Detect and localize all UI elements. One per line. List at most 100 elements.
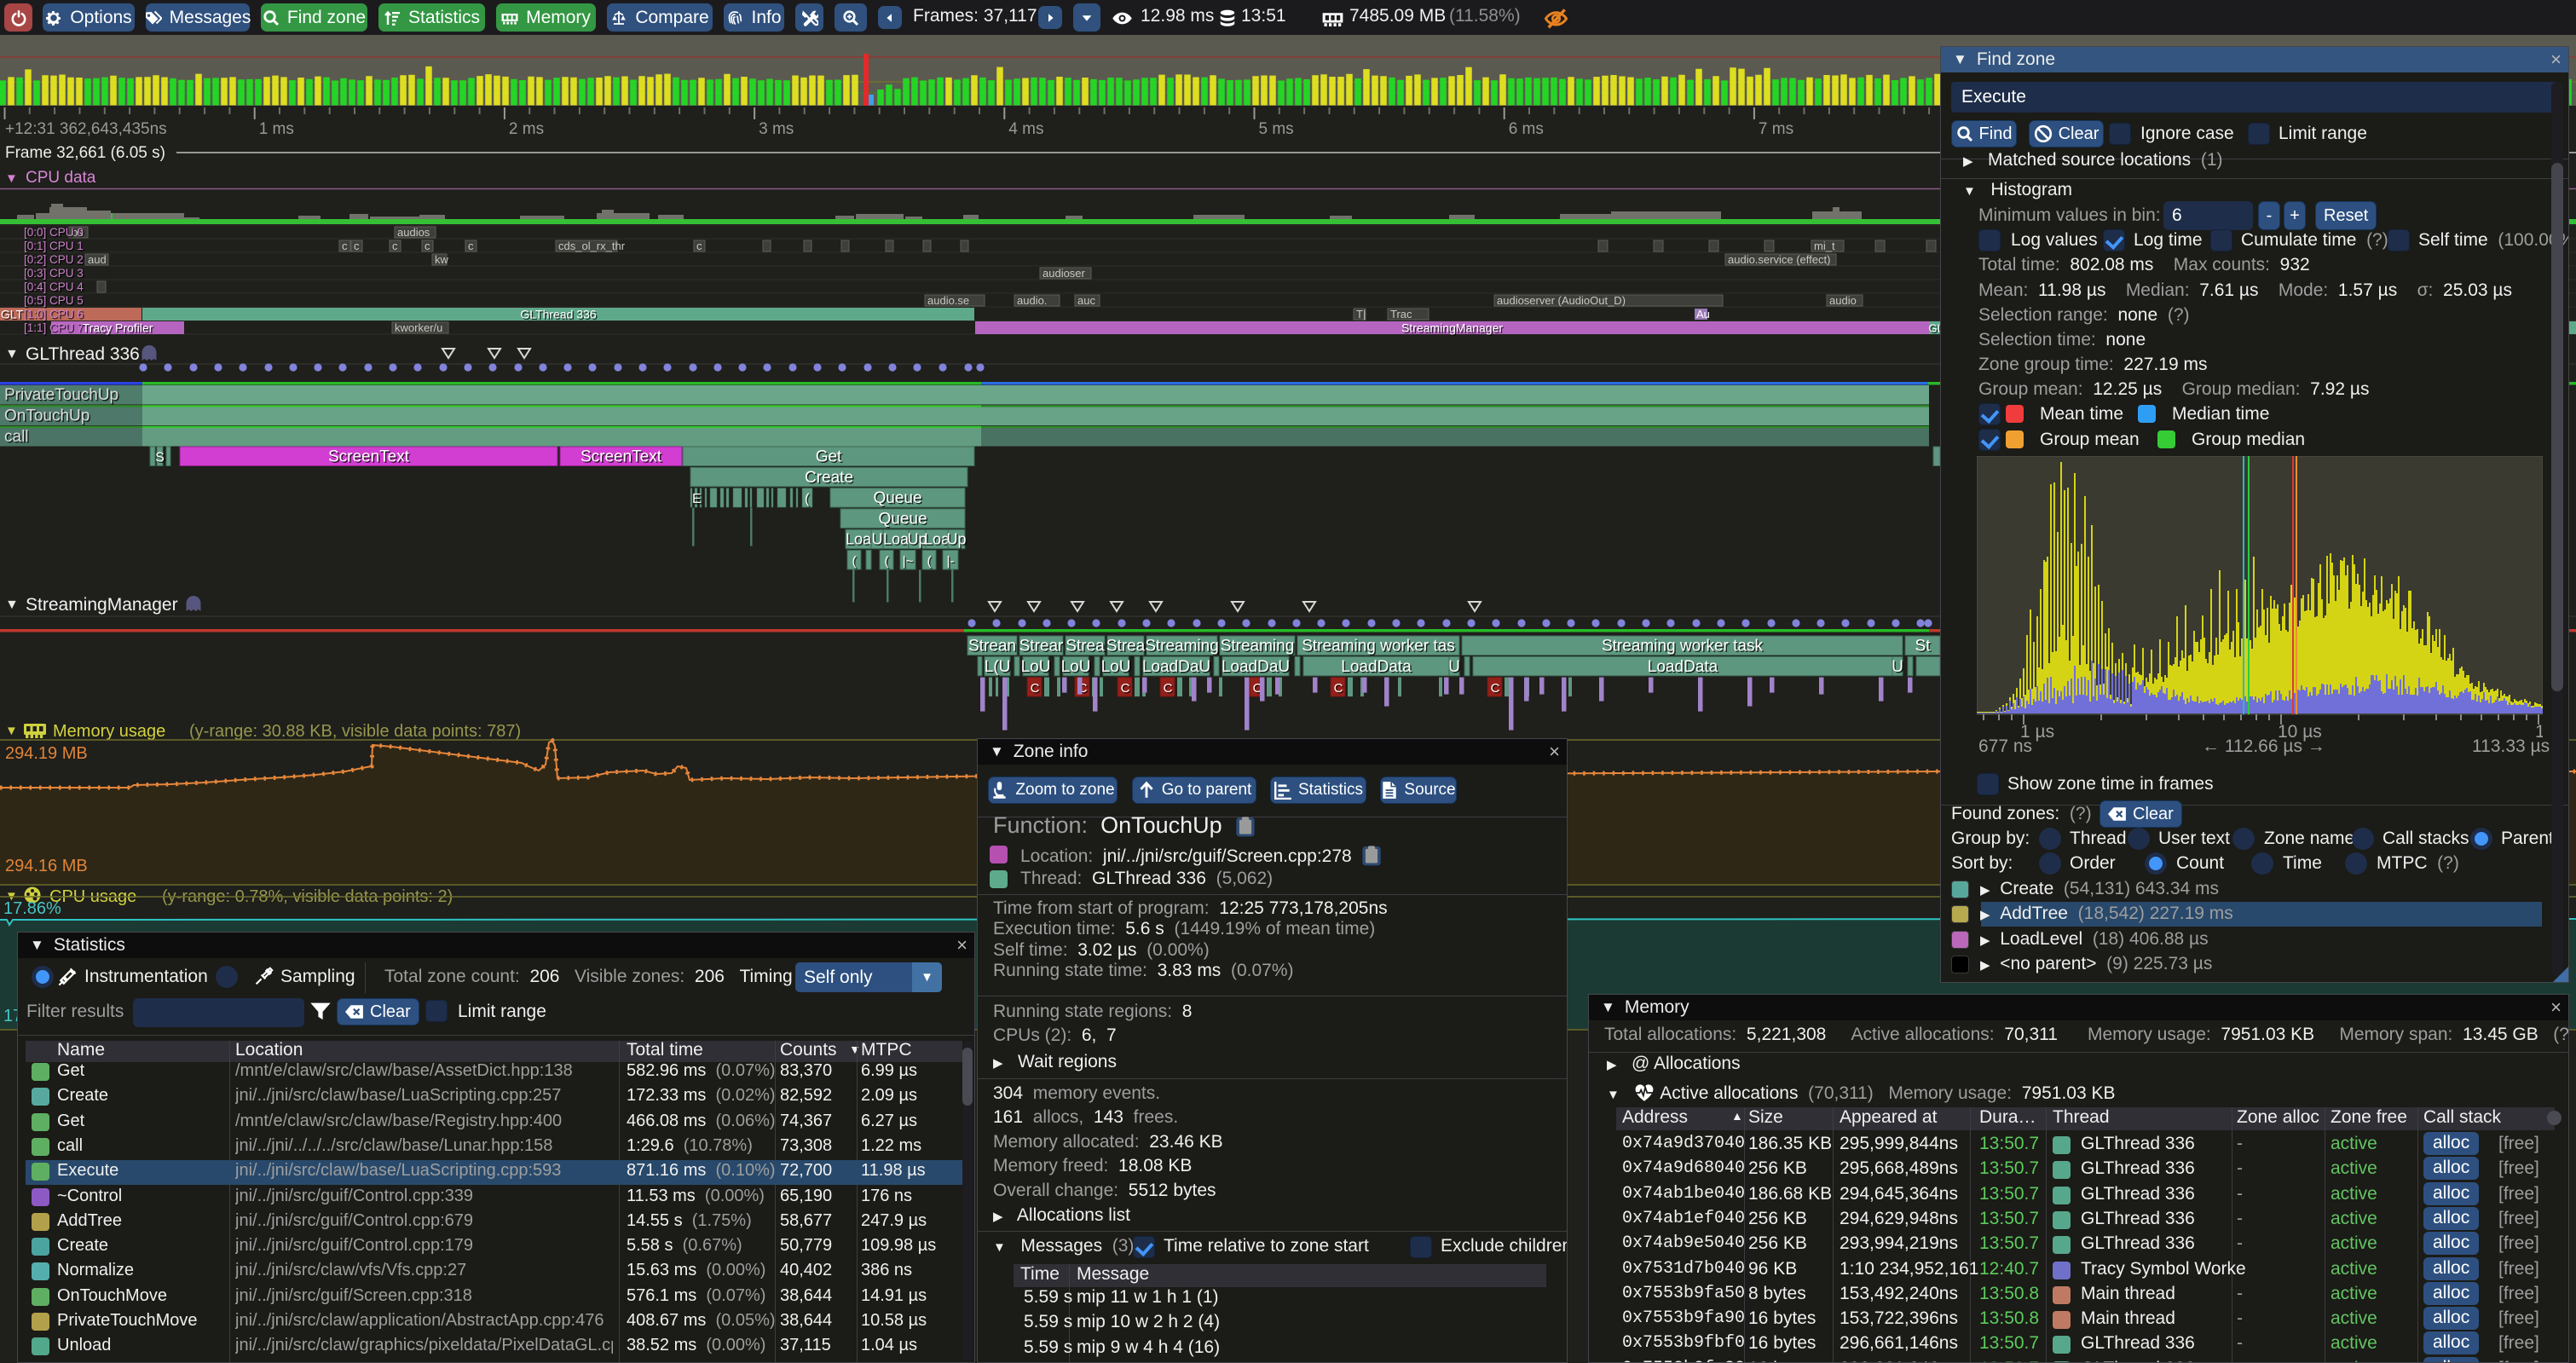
svg-text:7 ms: 7 ms [1759,120,1793,138]
svg-text:audio: audio [1829,294,1857,307]
svg-text:CPU data: CPU data [26,169,96,187]
svg-text:Frame 32,661 (6.05 s): Frame 32,661 (6.05 s) [5,144,165,162]
svg-text:[0:0] CPU 0: [0:0] CPU 0 [24,226,84,239]
svg-text:L(U: L(U [985,658,1011,676]
svg-text:Get: Get [816,448,842,466]
svg-text:c: c [468,240,474,252]
svg-text:[0:2] CPU 2: [0:2] CPU 2 [24,253,84,266]
svg-text:U: U [872,531,883,548]
svg-text:LoadDaU: LoadDaU [1222,658,1290,676]
svg-text:audioser: audioser [1043,267,1086,280]
svg-text:▼: ▼ [5,171,18,186]
svg-text:c: c [342,240,348,252]
svg-text:audioserver (AudioOut_D): audioserver (AudioOut_D) [1497,294,1626,307]
svg-text:ScreenText: ScreenText [580,448,662,466]
svg-text:Streaming worker task: Streaming worker task [1602,638,1764,656]
svg-text:c: c [392,240,398,252]
svg-text:Trac: Trac [1390,308,1412,321]
svg-text:PrivateTouchUp: PrivateTouchUp [4,386,118,404]
svg-text:audios: audios [397,226,430,239]
svg-text:(: ( [852,554,857,569]
svg-text:Loa: Loa [883,531,910,548]
svg-text:3 ms: 3 ms [759,120,794,138]
svg-text:audio.: audio. [1017,294,1047,307]
svg-text:C: C [1164,681,1173,696]
svg-text:+12:31 362,643,435ns: +12:31 362,643,435ns [5,120,167,138]
svg-text:(y-range: 30.88 KB, visible da: (y-range: 30.88 KB, visible data points:… [189,722,521,741]
svg-text:2 ms: 2 ms [509,120,544,138]
svg-text:LoU: LoU [1021,658,1051,676]
svg-text:LoU: LoU [1061,658,1091,676]
svg-text:c: c [425,240,430,252]
svg-text:aud: aud [88,253,107,266]
svg-text:Tracy Profiler: Tracy Profiler [83,321,153,335]
svg-text:U: U [1448,658,1460,676]
svg-text:[0:3] CPU 3: [0:3] CPU 3 [24,267,84,280]
svg-text:4 ms: 4 ms [1008,120,1043,138]
svg-text:▼: ▼ [5,598,19,612]
svg-text:1 ms: 1 ms [259,120,294,138]
svg-text:[0:1] CPU 1: [0:1] CPU 1 [24,240,84,252]
svg-text:17.86%: 17.86% [3,899,61,918]
svg-text:Loa: Loa [846,531,872,548]
svg-text:Streaming: Streaming [1145,638,1219,656]
svg-text:(: ( [805,492,810,506]
svg-text:|-: |- [947,554,955,569]
svg-text:c: c [354,240,360,252]
svg-text:audio.service (effect): audio.service (effect) [1728,253,1830,266]
svg-text:Strean: Strean [968,638,1016,656]
svg-text:OnTouchUp: OnTouchUp [4,407,90,425]
svg-text:GLThread 336: GLThread 336 [26,344,140,364]
svg-text:(: ( [885,554,889,569]
svg-text:Strea: Strea [1106,638,1146,656]
svg-text:Streaming worker tas: Streaming worker tas [1302,638,1455,656]
svg-text:294.19 MB: 294.19 MB [5,744,88,763]
svg-text:T|: T| [1356,308,1366,321]
svg-text:ScreenText: ScreenText [328,448,410,466]
svg-text:U: U [1892,658,1903,676]
svg-text:294.16 MB: 294.16 MB [5,857,88,875]
svg-text:auc: auc [1077,294,1095,307]
svg-text:C: C [1334,681,1343,696]
svg-text:[1:0] CPU 6: [1:0] CPU 6 [24,308,84,321]
svg-text:(: ( [927,554,932,569]
svg-text:Streaming: Streaming [1221,638,1295,656]
svg-text:6 ms: 6 ms [1509,120,1544,138]
svg-text:StreamingManager: StreamingManager [1401,321,1503,335]
svg-text:[1:1] CPU 7: [1:1] CPU 7 [24,321,84,334]
svg-text:Au: Au [1696,308,1710,321]
svg-text:C: C [1491,681,1500,696]
svg-text:Queue: Queue [878,510,927,528]
svg-text:C: C [1121,681,1130,696]
svg-text:C: C [1031,681,1040,696]
svg-text:St: St [1915,638,1932,656]
svg-text:Create: Create [805,469,853,487]
svg-text:LoadDaU: LoadDaU [1142,658,1210,676]
svg-text:|~: |~ [903,554,914,569]
svg-text:[0:5] CPU 5: [0:5] CPU 5 [24,294,84,307]
svg-text:▼: ▼ [5,347,19,361]
svg-text:Strea: Strea [1066,638,1105,656]
svg-text:mi_t: mi_t [1814,240,1835,252]
svg-text:GLT: GLT [1,308,24,321]
svg-text:▼: ▼ [5,724,18,738]
svg-text:S: S [155,451,165,465]
svg-text:E: E [692,492,702,506]
svg-text:LoadData: LoadData [1648,658,1718,676]
svg-text:kw: kw [435,253,449,266]
svg-text:kworker/u: kworker/u [395,321,442,334]
svg-text:5 ms: 5 ms [1259,120,1294,138]
svg-text:StreamingManager: StreamingManager [26,595,178,615]
svg-text:[0:4] CPU 4: [0:4] CPU 4 [24,280,84,293]
svg-text:LoU: LoU [1101,658,1131,676]
svg-text:c: c [696,240,702,252]
svg-text:call: call [4,428,29,446]
svg-text:Queue: Queue [873,489,921,507]
svg-text:Strear: Strear [1019,638,1064,656]
svg-text:Up: Up [946,531,966,548]
svg-text:LoadData: LoadData [1341,658,1412,676]
svg-text:Memory usage: Memory usage [53,722,165,741]
svg-text:GLThread 336: GLThread 336 [520,308,596,321]
svg-text:audio.se: audio.se [927,294,969,307]
svg-text:cds_ol_rx_thr: cds_ol_rx_thr [558,240,626,252]
